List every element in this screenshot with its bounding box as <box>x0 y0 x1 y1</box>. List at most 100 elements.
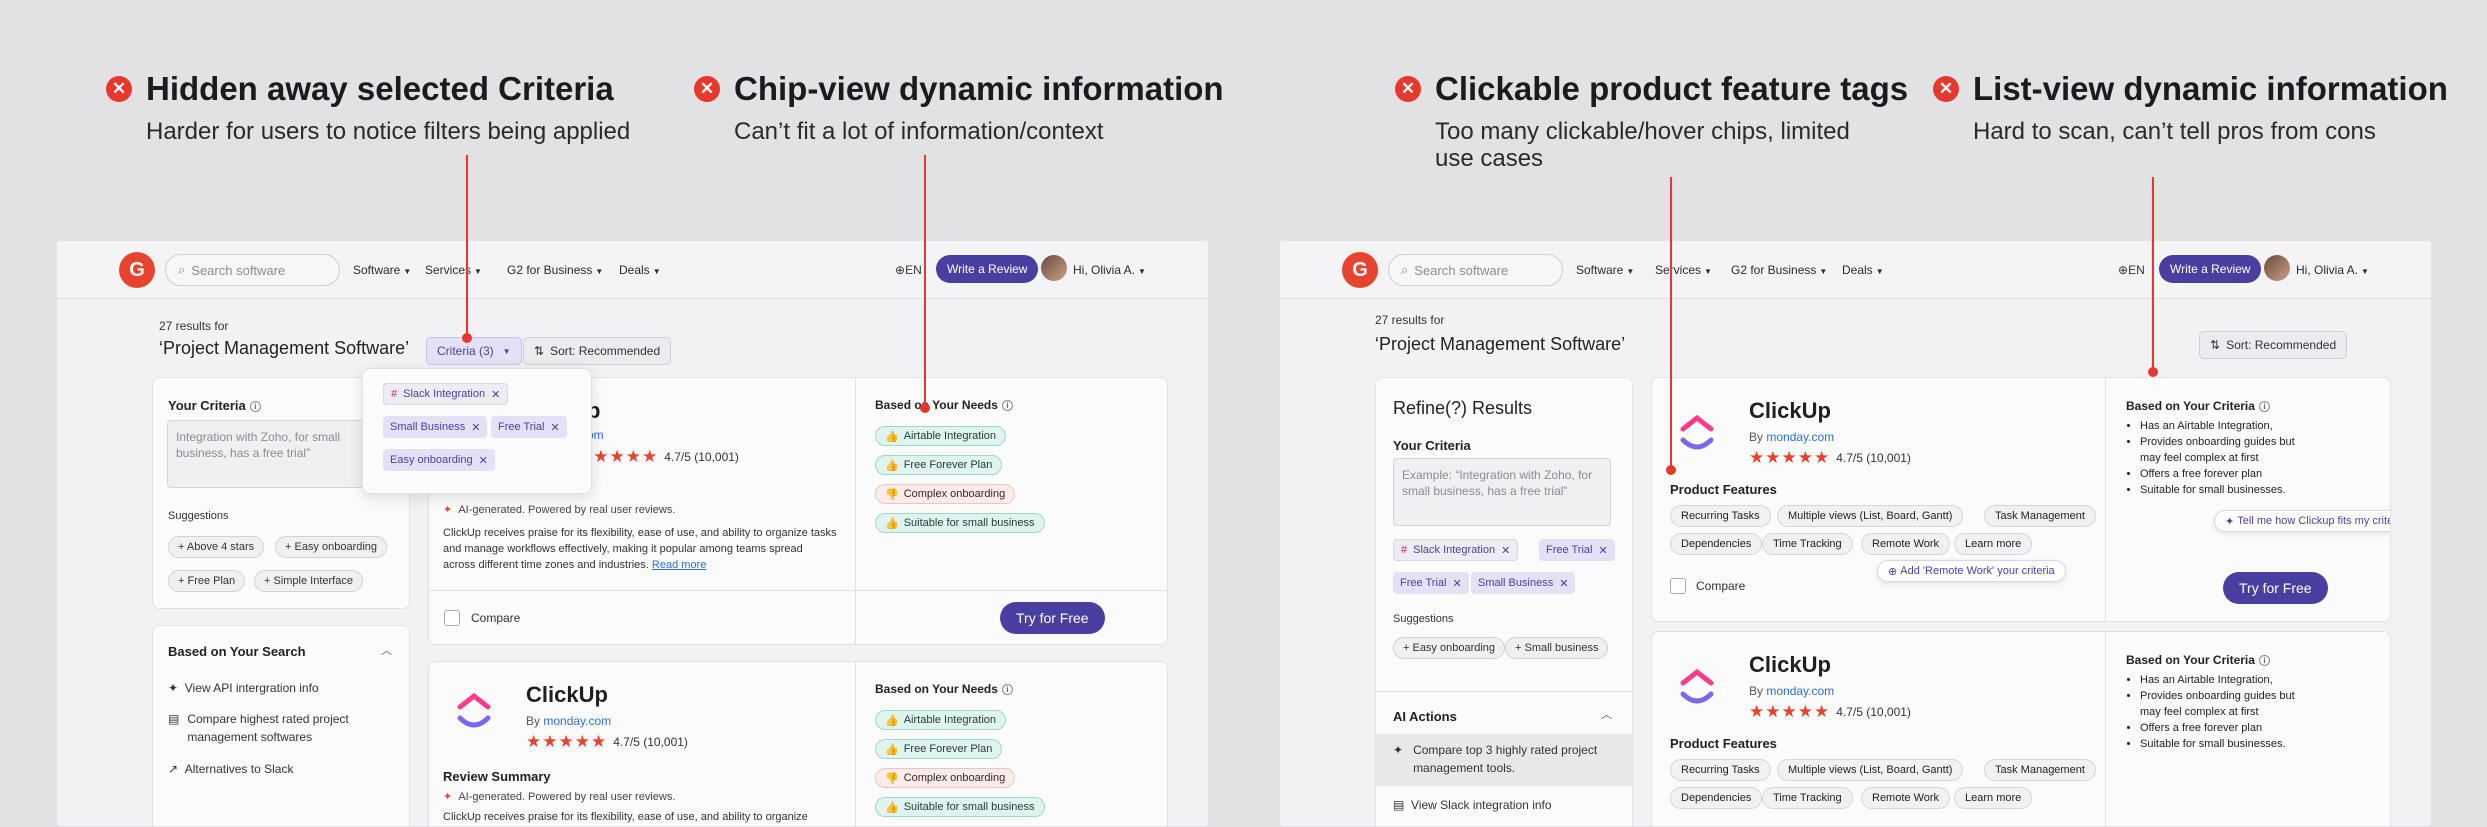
product-name[interactable]: ClickUp <box>1749 652 1831 678</box>
close-icon[interactable]: ✕ <box>1559 577 1568 590</box>
menu-g2-business[interactable]: G2 for Business ▼ <box>507 263 603 277</box>
user-menu[interactable]: Hi, Olivia A. ▼ <box>1073 263 1146 277</box>
feature-tag[interactable]: Remote Work <box>1861 787 1951 809</box>
suggestion-chip[interactable]: + Above 4 stars <box>168 536 265 558</box>
right-mockup-panel: G ⌕ Search software Software ▼ Services ▼ G… <box>1279 240 2432 827</box>
vendor-link[interactable]: monday.com <box>1766 684 1834 698</box>
search-input[interactable]: ⌕ Search software <box>165 254 340 286</box>
compare-checkbox[interactable] <box>444 610 460 626</box>
suggestion-chip[interactable]: + Easy onboarding <box>275 536 388 558</box>
sort-button[interactable]: ⇅ Sort: Recommended <box>2199 331 2348 359</box>
criteria-button[interactable]: Criteria (3) ▼ <box>426 337 522 365</box>
chevron-up-icon[interactable]: ︿ <box>1601 706 1612 722</box>
try-for-free-button[interactable]: Try for Free <box>2223 572 2328 604</box>
criteria-chip[interactable]: Small Business ✕ <box>383 416 488 438</box>
try-for-free-button[interactable]: Try for Free <box>1000 602 1105 634</box>
feature-tag[interactable]: Task Management <box>1984 505 2096 527</box>
close-icon[interactable]: ✕ <box>1501 544 1510 557</box>
criteria-textarea[interactable]: Example: “Integration with Zoho, for sma… <box>1393 458 1611 526</box>
annotation-title: List-view dynamic information <box>1973 70 2448 107</box>
write-review-button[interactable]: Write a Review <box>936 255 1039 283</box>
divider <box>2105 378 2106 621</box>
menu-g2-business[interactable]: G2 for Business ▼ <box>1731 263 1827 277</box>
feature-tag[interactable]: Recurring Tasks <box>1670 759 1771 781</box>
callout-line <box>2152 177 2154 372</box>
close-icon[interactable]: ✕ <box>491 388 500 401</box>
suggestion-chip[interactable]: + Easy onboarding <box>1393 637 1506 659</box>
thumbs-up-icon: 👍 <box>885 430 899 443</box>
product-name[interactable]: ClickUp <box>526 682 608 708</box>
document-icon: ▤ <box>168 712 180 726</box>
caret-down-icon: ▼ <box>1875 267 1884 276</box>
rating: ★★★★★ 4.7/5 (10,001) <box>1749 448 1911 467</box>
avatar[interactable] <box>1041 255 1067 281</box>
g2-logo[interactable]: G <box>1342 252 1378 288</box>
close-icon[interactable]: ✕ <box>1452 577 1461 590</box>
sort-button[interactable]: ⇅ Sort: Recommended <box>523 337 672 365</box>
feature-tag[interactable]: Multiple views (List, Board, Gantt) <box>1777 759 1964 781</box>
product-name[interactable]: ClickUp <box>1749 398 1831 424</box>
error-x-icon: ✕ <box>1395 76 1421 102</box>
menu-deals[interactable]: Deals ▼ <box>1842 263 1884 277</box>
add-criteria-tooltip[interactable]: ⊕ Add 'Remote Work' your criteria <box>1877 560 2066 582</box>
criteria-chip[interactable]: # Slack Integration ✕ <box>1393 539 1519 561</box>
close-icon[interactable]: ✕ <box>479 454 488 467</box>
close-icon[interactable]: ✕ <box>1598 544 1607 557</box>
feature-tag[interactable]: Dependencies <box>1670 787 1763 809</box>
menu-services[interactable]: Services ▼ <box>1655 263 1712 277</box>
feature-tag[interactable]: Remote Work <box>1861 533 1951 555</box>
criteria-chip[interactable]: Free Trial ✕ <box>491 416 567 438</box>
search-icon: ⌕ <box>178 262 186 277</box>
criteria-list-item: Offers a free forever plan <box>2140 466 2308 482</box>
feature-tag[interactable]: Dependencies <box>1670 533 1763 555</box>
slack-icon: # <box>1401 544 1408 556</box>
write-review-button[interactable]: Write a Review <box>2159 255 2262 283</box>
vendor-link[interactable]: monday.com <box>543 714 611 728</box>
criteria-chip[interactable]: # Slack Integration ✕ <box>383 383 509 405</box>
criteria-chip[interactable]: Small Business ✕ <box>1471 572 1576 594</box>
compare-checkbox[interactable] <box>1670 578 1686 594</box>
search-input[interactable]: ⌕ Search software <box>1388 254 1563 286</box>
close-icon[interactable]: ✕ <box>550 421 559 434</box>
thumbs-down-icon: 👎 <box>885 488 899 501</box>
feature-tag[interactable]: Time Tracking <box>1762 533 1853 555</box>
feature-tag[interactable]: Learn more <box>1954 787 2033 809</box>
caret-down-icon: ▼ <box>474 267 482 276</box>
feature-tag[interactable]: Task Management <box>1984 759 2096 781</box>
feature-tag[interactable]: Multiple views (List, Board, Gantt) <box>1777 505 1964 527</box>
ai-action-item[interactable]: ✦ Compare top 3 highly rated project mana… <box>1393 741 1618 777</box>
menu-services[interactable]: Services ▼ <box>425 263 482 277</box>
user-menu[interactable]: Hi, Olivia A. ▼ <box>2296 263 2369 277</box>
annotation-title: Chip-view dynamic information <box>734 70 1224 107</box>
thumbs-up-icon: 👍 <box>885 459 899 472</box>
menu-deals[interactable]: Deals ▼ <box>619 263 661 277</box>
error-x-icon: ✕ <box>1933 76 1959 102</box>
read-more-link[interactable]: Read more <box>652 559 706 571</box>
g2-logo[interactable]: G <box>119 252 155 288</box>
feature-tag[interactable]: Time Tracking <box>1762 787 1853 809</box>
feature-tag[interactable]: Recurring Tasks <box>1670 505 1771 527</box>
criteria-chip[interactable]: Free Trial ✕ <box>1393 572 1469 594</box>
vendor-link[interactable]: monday.com <box>1766 430 1834 444</box>
feature-tag[interactable]: Learn more <box>1954 533 2033 555</box>
search-action-item[interactable]: ▤ Compare highest rated project managemen… <box>168 710 388 746</box>
compare-label: Compare <box>1696 579 1746 593</box>
ai-action-item[interactable]: ▤ View Slack integration info <box>1393 798 1552 812</box>
suggestion-chip[interactable]: + Free Plan <box>168 570 246 592</box>
criteria-textarea[interactable]: Integration with Zoho, for small busines… <box>167 420 395 488</box>
search-action-item[interactable]: ✦ View API intergration info <box>168 681 319 695</box>
close-icon[interactable]: ✕ <box>471 421 480 434</box>
menu-software[interactable]: Software ▼ <box>1576 263 1634 277</box>
annotation-title: Clickable product feature tags <box>1435 70 1909 107</box>
tell-me-button[interactable]: ✦ Tell me how Clickup fits my criteria <box>2214 510 2390 532</box>
avatar[interactable] <box>2264 255 2290 281</box>
criteria-chip[interactable]: Free Trial ✕ <box>1539 539 1615 561</box>
suggestion-chip[interactable]: + Simple Interface <box>254 570 363 592</box>
chevron-up-icon[interactable]: ︿ <box>381 642 392 658</box>
search-action-item[interactable]: ↗ Alternatives to Slack <box>168 762 293 776</box>
language-selector[interactable]: ⊕EN <box>895 263 922 277</box>
language-selector[interactable]: ⊕EN <box>2118 263 2145 277</box>
criteria-chip[interactable]: Easy onboarding ✕ <box>383 449 495 471</box>
menu-software[interactable]: Software ▼ <box>353 263 411 277</box>
suggestion-chip[interactable]: + Small business <box>1505 637 1609 659</box>
